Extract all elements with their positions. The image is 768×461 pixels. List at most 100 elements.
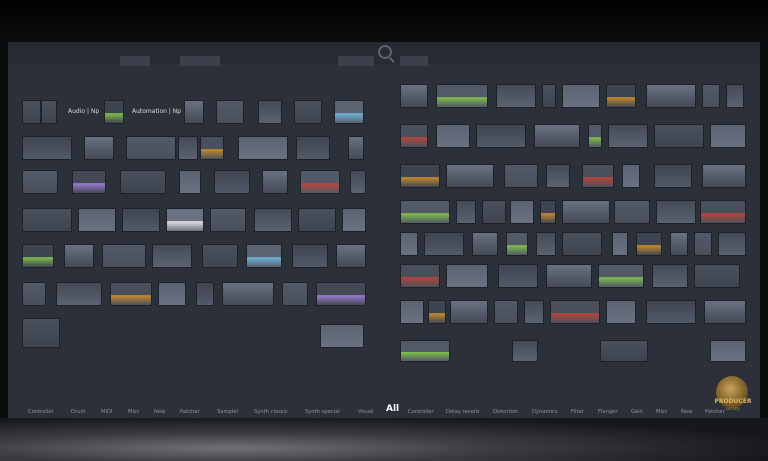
category-tab-misc[interactable]: Misc — [656, 409, 667, 415]
plugin-thumbnail[interactable] — [400, 84, 428, 108]
plugin-thumbnail[interactable] — [504, 164, 538, 188]
plugin-thumbnail[interactable] — [214, 170, 250, 194]
plugin-thumbnail[interactable] — [704, 300, 746, 324]
plugin-thumbnail[interactable] — [166, 208, 204, 232]
plugin-thumbnail[interactable] — [178, 136, 198, 160]
plugin-thumbnail[interactable] — [546, 264, 592, 288]
plugin-thumbnail[interactable] — [246, 244, 282, 268]
category-tab-distortion[interactable]: Distortion — [493, 409, 518, 415]
plugin-thumbnail[interactable] — [56, 282, 102, 306]
plugin-thumbnail[interactable] — [496, 84, 536, 108]
plugin-thumbnail[interactable] — [608, 124, 648, 148]
plugin-thumbnail[interactable] — [210, 208, 246, 232]
plugin-thumbnail[interactable] — [400, 340, 450, 362]
plugin-thumbnail[interactable] — [710, 124, 746, 148]
plugin-thumbnail[interactable] — [22, 136, 72, 160]
plugin-thumbnail[interactable] — [216, 100, 244, 124]
plugin-thumbnail[interactable] — [428, 300, 446, 324]
plugin-thumbnail[interactable] — [158, 282, 186, 306]
plugin-thumbnail[interactable] — [400, 124, 428, 148]
plugin-thumbnail[interactable] — [262, 170, 288, 194]
plugin-thumbnail[interactable] — [152, 244, 192, 268]
top-control-1[interactable] — [120, 56, 150, 66]
plugin-thumbnail[interactable] — [710, 340, 746, 362]
plugin-thumbnail[interactable] — [400, 200, 450, 224]
plugin-thumbnail[interactable] — [612, 232, 628, 256]
plugin-thumbnail[interactable] — [196, 282, 214, 306]
plugin-thumbnail[interactable] — [316, 282, 366, 306]
plugin-thumbnail[interactable] — [400, 300, 424, 324]
plugin-thumbnail[interactable] — [702, 84, 720, 108]
category-tab-midi[interactable]: MIDI — [101, 409, 113, 415]
plugin-thumbnail[interactable] — [110, 282, 152, 306]
plugin-thumbnail[interactable] — [400, 164, 440, 188]
plugin-thumbnail[interactable] — [562, 200, 610, 224]
plugin-thumbnail[interactable] — [334, 100, 364, 124]
category-tab-misc[interactable]: Misc — [128, 409, 139, 415]
plugin-thumbnail[interactable] — [300, 170, 340, 194]
plugin-thumbnail[interactable] — [424, 232, 464, 256]
plugin-thumbnail[interactable] — [646, 300, 696, 324]
plugin-thumbnail[interactable] — [700, 200, 746, 224]
plugin-thumbnail[interactable] — [726, 84, 744, 108]
plugin-thumbnail[interactable] — [670, 232, 688, 256]
plugin-thumbnail[interactable] — [350, 170, 366, 194]
plugin-thumbnail[interactable] — [348, 136, 364, 160]
plugin-thumbnail[interactable] — [202, 244, 238, 268]
top-control-2[interactable] — [180, 56, 220, 66]
plugin-thumbnail[interactable] — [282, 282, 308, 306]
category-tab-gain[interactable]: Gain — [631, 409, 643, 415]
category-tab-controller[interactable]: Controller — [408, 409, 434, 415]
plugin-thumbnail[interactable] — [694, 264, 740, 288]
plugin-thumbnail[interactable] — [540, 200, 556, 224]
top-control-3[interactable] — [338, 56, 374, 66]
plugin-thumbnail[interactable] — [636, 232, 662, 256]
plugin-thumbnail[interactable] — [120, 170, 166, 194]
plugin-thumbnail[interactable] — [336, 244, 366, 268]
plugin-thumbnail[interactable] — [600, 340, 648, 362]
plugin-thumbnail[interactable] — [646, 84, 696, 108]
plugin-thumbnail[interactable] — [254, 208, 292, 232]
plugin-thumbnail[interactable] — [104, 100, 124, 124]
plugin-thumbnail[interactable] — [482, 200, 506, 224]
plugin-thumbnail[interactable] — [84, 136, 114, 160]
category-tab-synth-classic[interactable]: Synth classic — [254, 409, 288, 415]
category-tab-controller[interactable]: Controller — [28, 409, 54, 415]
plugin-thumbnail[interactable] — [606, 300, 636, 324]
plugin-thumbnail[interactable] — [494, 300, 518, 324]
plugin-thumbnail[interactable] — [22, 282, 46, 306]
plugin-thumbnail[interactable] — [614, 200, 650, 224]
plugin-thumbnail[interactable] — [446, 264, 488, 288]
plugin-thumbnail[interactable] — [342, 208, 366, 232]
plugin-thumbnail[interactable] — [296, 136, 330, 160]
plugin-thumbnail[interactable] — [654, 124, 704, 148]
category-tab-new[interactable]: New — [681, 409, 692, 415]
plugin-thumbnail[interactable] — [400, 232, 418, 256]
plugin-thumbnail[interactable] — [258, 100, 282, 124]
plugin-thumbnail[interactable] — [524, 300, 544, 324]
plugin-thumbnail[interactable] — [78, 208, 116, 232]
plugin-thumbnail[interactable] — [542, 84, 556, 108]
category-tab-new[interactable]: New — [154, 409, 165, 415]
plugin-thumbnail[interactable] — [400, 264, 440, 288]
plugin-thumbnail[interactable] — [702, 164, 746, 188]
category-tab-sampler[interactable]: Sampler — [217, 409, 239, 415]
plugin-thumbnail[interactable] — [102, 244, 146, 268]
plugin-thumbnail[interactable] — [498, 264, 538, 288]
plugin-thumbnail[interactable] — [22, 208, 72, 232]
category-tab-visual[interactable]: Visual — [358, 409, 374, 415]
category-tab-patcher[interactable]: Patcher — [180, 409, 200, 415]
plugin-thumbnail[interactable] — [122, 208, 160, 232]
plugin-thumbnail[interactable] — [298, 208, 336, 232]
category-tab-flanger[interactable]: Flanger — [598, 409, 618, 415]
plugin-thumbnail[interactable] — [126, 136, 176, 160]
plugin-thumbnail[interactable] — [22, 170, 58, 194]
plugin-thumbnail[interactable] — [512, 340, 538, 362]
top-control-4[interactable] — [400, 56, 428, 66]
category-tab-filter[interactable]: Filter — [571, 409, 584, 415]
plugin-thumbnail[interactable] — [64, 244, 94, 268]
plugin-thumbnail[interactable] — [436, 124, 470, 148]
plugin-thumbnail[interactable] — [40, 100, 42, 124]
plugin-thumbnail[interactable] — [456, 200, 476, 224]
plugin-thumbnail[interactable] — [72, 170, 106, 194]
